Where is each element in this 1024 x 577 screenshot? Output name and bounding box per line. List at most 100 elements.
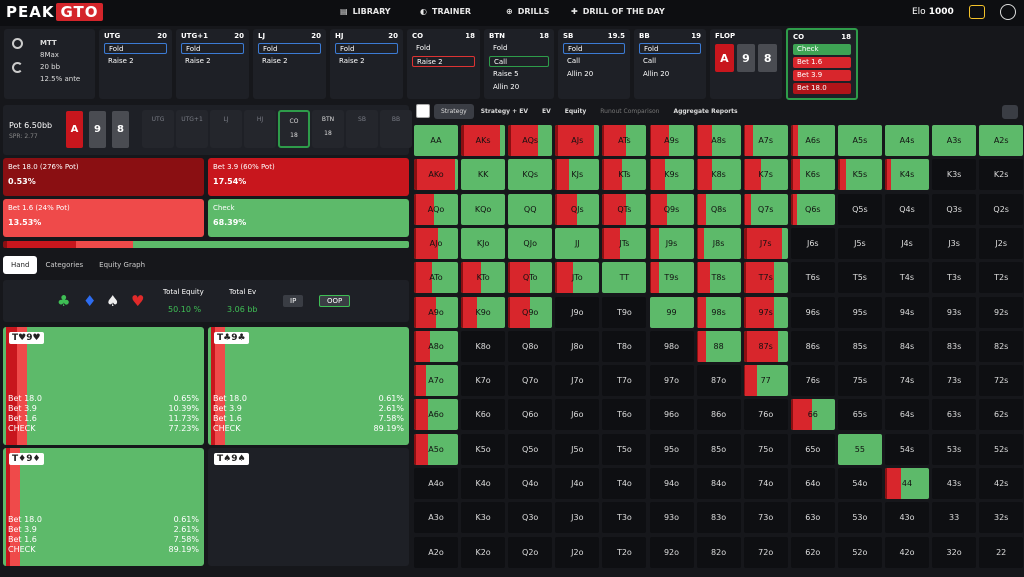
hand-cell-76s[interactable]: 76s — [790, 365, 835, 397]
hand-cell-43o[interactable]: 43o — [885, 502, 929, 534]
hand-cell-32s[interactable]: 32s — [979, 502, 1024, 534]
hand-cell-54s[interactable]: 54s — [885, 433, 929, 465]
hand-cell-98s[interactable]: 98s — [696, 296, 741, 328]
hand-cell-86s[interactable]: 86s — [790, 330, 835, 362]
hand-cell-T6o[interactable]: T6o — [602, 399, 647, 431]
hand-cell-J3o[interactable]: J3o — [555, 502, 600, 534]
hand-cell-64s[interactable]: 64s — [885, 399, 929, 431]
hand-cell-63s[interactable]: 63s — [932, 399, 977, 431]
hand-cell-62o[interactable]: 62o — [790, 536, 835, 568]
hand-cell-K9s[interactable]: K9s — [649, 159, 694, 191]
hand-cell-QJs[interactable]: QJs — [555, 193, 600, 225]
hand-cell-T9o[interactable]: T9o — [602, 296, 647, 328]
hand-cell-63o[interactable]: 63o — [790, 502, 835, 534]
hand-cell-K3o[interactable]: K3o — [461, 502, 506, 534]
hand-cell-KJs[interactable]: KJs — [555, 159, 600, 191]
tab-categories[interactable]: Categories — [37, 256, 91, 274]
hand-cell-K5o[interactable]: K5o — [461, 433, 506, 465]
hand-cell-55[interactable]: 55 — [837, 433, 882, 465]
chat-icon[interactable] — [969, 5, 985, 19]
hand-cell-JTs[interactable]: JTs — [602, 227, 647, 259]
action-check[interactable]: Check — [793, 44, 851, 55]
hand-cell-Q7o[interactable]: Q7o — [508, 365, 553, 397]
action-option[interactable]: Fold — [563, 43, 625, 54]
hand-cell-A3o[interactable]: A3o — [414, 502, 458, 534]
hand-cell-Q4o[interactable]: Q4o — [508, 468, 553, 499]
hand-cell-AKo[interactable]: AKo — [414, 159, 458, 191]
combo-card[interactable]: T♠9♠ — [208, 448, 409, 566]
action-option[interactable]: Fold — [258, 43, 321, 54]
hand-cell-87o[interactable]: 87o — [696, 365, 741, 397]
hand-cell-KQs[interactable]: KQs — [508, 159, 553, 191]
nav-library[interactable]: ▤ LIBRARY — [340, 7, 391, 16]
hand-cell-J9s[interactable]: J9s — [649, 227, 694, 259]
hand-cell-33[interactable]: 33 — [932, 502, 977, 534]
hand-cell-83s[interactable]: 83s — [932, 330, 977, 362]
seat-lj[interactable]: LJ — [210, 110, 242, 148]
hand-cell-75s[interactable]: 75s — [837, 365, 882, 397]
tab-strategy-ev[interactable]: Strategy + EV — [474, 104, 535, 119]
action-option[interactable]: Raise 5 — [489, 69, 549, 80]
action-bet-3-9[interactable]: Bet 3.9 — [793, 70, 851, 81]
hand-cell-QJo[interactable]: QJo — [508, 227, 553, 259]
hand-cell-A2o[interactable]: A2o — [414, 536, 458, 568]
nav-drill-of-the-day[interactable]: ✚ DRILL OF THE DAY — [571, 7, 665, 16]
hand-cell-AA[interactable]: AA — [414, 125, 458, 156]
hand-cell-J8s[interactable]: J8s — [696, 227, 741, 259]
hand-cell-T8o[interactable]: T8o — [602, 330, 647, 362]
action-option[interactable]: Allin 20 — [639, 69, 701, 80]
hand-cell-85s[interactable]: 85s — [837, 330, 882, 362]
hand-cell-92o[interactable]: 92o — [649, 536, 694, 568]
hand-cell-J5o[interactable]: J5o — [555, 433, 600, 465]
hand-cell-82s[interactable]: 82s — [979, 330, 1024, 362]
hand-cell-Q9o[interactable]: Q9o — [508, 296, 553, 328]
hand-cell-T7o[interactable]: T7o — [602, 365, 647, 397]
hand-cell-J8o[interactable]: J8o — [555, 330, 600, 362]
combo-card[interactable]: T♦9♦ Bet 18.0 0.61% Bet 3.9 2.61% Bet 1.6 7.58… — [3, 448, 204, 566]
combo-card[interactable]: T♣9♣ Bet 18.0 0.61% Bet 3.9 2.61% Bet 1.6 7.58… — [208, 327, 409, 445]
club-icon[interactable]: ♣ — [57, 292, 70, 310]
hand-cell-98o[interactable]: 98o — [649, 330, 694, 362]
action-option[interactable]: Fold — [335, 43, 398, 54]
hand-cell-Q5o[interactable]: Q5o — [508, 433, 553, 465]
hand-cell-K9o[interactable]: K9o — [461, 296, 506, 328]
action-option[interactable]: Call — [489, 56, 549, 67]
hand-cell-85o[interactable]: 85o — [696, 433, 741, 465]
hand-cell-A5s[interactable]: A5s — [837, 125, 882, 156]
hand-cell-A9o[interactable]: A9o — [414, 296, 458, 328]
gear-icon[interactable] — [12, 38, 23, 49]
hand-cell-T3s[interactable]: T3s — [932, 262, 977, 294]
bet-18-box[interactable]: Bet 18.0 (276% Pot) 0.53% — [3, 158, 204, 196]
hand-cell-T5s[interactable]: T5s — [837, 262, 882, 294]
hand-cell-ATs[interactable]: ATs — [602, 125, 647, 156]
hand-cell-74s[interactable]: 74s — [885, 365, 929, 397]
hand-cell-84s[interactable]: 84s — [885, 330, 929, 362]
hand-cell-A7s[interactable]: A7s — [743, 125, 788, 156]
hand-cell-J4s[interactable]: J4s — [885, 227, 929, 259]
hand-cell-A4s[interactable]: A4s — [885, 125, 929, 156]
hand-cell-K3s[interactable]: K3s — [932, 159, 977, 191]
hand-cell-K4s[interactable]: K4s — [885, 159, 929, 191]
hand-cell-97o[interactable]: 97o — [649, 365, 694, 397]
hand-cell-KTs[interactable]: KTs — [602, 159, 647, 191]
position-hj[interactable]: HJ 20 Fold Raise 2 — [330, 29, 403, 99]
action-option[interactable]: Fold — [639, 43, 701, 54]
hand-cell-84o[interactable]: 84o — [696, 468, 741, 499]
tab-aggregate-reports[interactable]: Aggregate Reports — [666, 104, 744, 119]
hand-cell-K2s[interactable]: K2s — [979, 159, 1024, 191]
action-option[interactable]: Raise 2 — [258, 56, 321, 67]
seat-hj[interactable]: HJ — [244, 110, 276, 148]
hand-cell-AQo[interactable]: AQo — [414, 193, 458, 225]
check-box[interactable]: Check 68.39% — [208, 199, 409, 237]
hand-cell-A8s[interactable]: A8s — [696, 125, 741, 156]
hand-cell-AQs[interactable]: AQs — [508, 125, 553, 156]
hand-cell-Q4s[interactable]: Q4s — [885, 193, 929, 225]
hand-cell-T2o[interactable]: T2o — [602, 536, 647, 568]
hand-cell-76o[interactable]: 76o — [743, 399, 788, 431]
hand-cell-94s[interactable]: 94s — [885, 296, 929, 328]
bet-1-6-box[interactable]: Bet 1.6 (24% Pot) 13.53% — [3, 199, 204, 237]
hand-cell-T4o[interactable]: T4o — [602, 468, 647, 499]
spade-icon[interactable]: ♠ — [106, 292, 119, 310]
action-option[interactable]: Allin 20 — [489, 82, 549, 93]
seat-sb[interactable]: SB — [346, 110, 378, 148]
